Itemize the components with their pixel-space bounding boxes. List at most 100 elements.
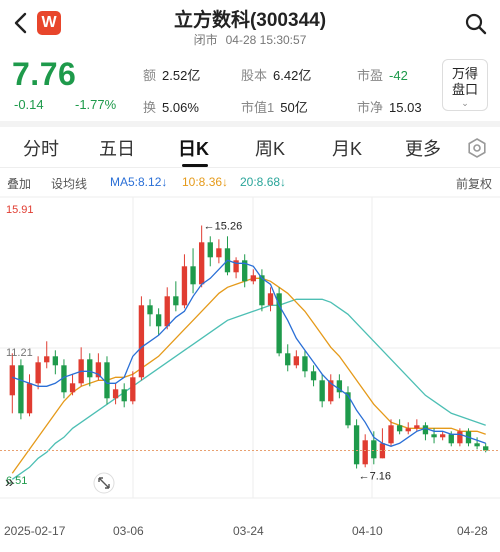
candle-body	[216, 248, 222, 258]
candle-body	[353, 425, 360, 465]
candle-body	[414, 425, 420, 429]
candle-body	[422, 425, 429, 435]
last-price: 7.76	[12, 56, 77, 92]
x-label-3: 04-10	[352, 524, 383, 538]
stat-label: 市净	[357, 100, 384, 115]
tab-intraday[interactable]: 分时	[23, 135, 59, 161]
wande-orderbook-button[interactable]: 万得 盘口 ⌄	[442, 59, 488, 111]
candle-body	[198, 242, 205, 285]
section-divider	[0, 121, 500, 127]
wande-label-2: 盘口	[451, 82, 478, 97]
stat-label: 额	[143, 68, 157, 83]
tab-weekly-k[interactable]: 周K	[255, 135, 285, 161]
settings-icon[interactable]	[466, 137, 488, 159]
ma5-series	[12, 259, 486, 447]
candle-body	[69, 383, 76, 393]
x-label-0: 2025-02-17	[4, 524, 66, 538]
stat-market-cap: 市值1 50亿	[241, 97, 308, 116]
ma10-value: 10:8.36↓	[182, 175, 229, 189]
stat-turnover-amount: 额 2.52亿	[143, 65, 200, 84]
ma20-series	[11, 298, 486, 480]
candle-body	[190, 266, 196, 285]
candle-body	[285, 353, 291, 366]
candle-body	[439, 434, 446, 438]
candle-body	[388, 425, 394, 444]
candle-body	[112, 389, 119, 399]
active-tab-indicator	[182, 164, 208, 167]
candle-body	[405, 428, 411, 432]
set-ma-button[interactable]: 设均线	[51, 175, 87, 192]
price-change: -0.14	[14, 97, 44, 112]
candle-body	[164, 296, 170, 327]
market-datetime: 04-28 15:30:57	[225, 33, 307, 47]
candle-body	[448, 434, 454, 444]
price-change-pct: -1.77%	[75, 97, 117, 112]
quote-panel: 7.76 -0.14 -1.77% 额 2.52亿 股本 6.42亿 市盈 -42 换…	[0, 56, 500, 120]
candle-body	[181, 266, 188, 306]
candle-body	[9, 365, 15, 396]
candle-body	[362, 440, 368, 465]
candle-body	[310, 371, 317, 381]
y-max-label: 15.91	[6, 204, 34, 216]
candle-body	[207, 242, 213, 258]
high-price-annotation: ←15.26	[204, 221, 243, 233]
chevron-down-icon: ⌄	[461, 98, 469, 108]
low-price-annotation: ←7.16	[359, 471, 391, 483]
candle-body	[396, 425, 403, 432]
svg-text:»: »	[5, 474, 14, 491]
candle-body	[155, 314, 162, 327]
candle-body	[130, 377, 136, 402]
x-label-1: 03-06	[113, 524, 144, 538]
stat-label: 市值1	[241, 100, 275, 115]
stat-value: -42	[389, 68, 408, 83]
tab-monthly-k[interactable]: 月K	[332, 135, 362, 161]
stock-title: 立方数科(300344)	[173, 10, 327, 31]
search-icon[interactable]	[464, 12, 488, 36]
stat-value: 50亿	[280, 100, 308, 115]
candle-body	[87, 359, 93, 378]
candle-body	[18, 365, 24, 414]
overlay-button[interactable]: 叠加	[7, 175, 31, 192]
candle-body	[52, 356, 59, 366]
kline-chart[interactable]: 15.91 11.21 6.51 ←15.26 ←7.16 » 2025-02-…	[0, 196, 500, 552]
x-label-2: 03-24	[233, 524, 264, 538]
stat-turnover-rate: 换 5.06%	[143, 97, 199, 116]
tab-daily-k[interactable]: 日K	[178, 135, 209, 161]
tab-more[interactable]: 更多	[405, 135, 441, 161]
stat-total-shares: 股本 6.42亿	[241, 65, 311, 84]
ma20-line	[11, 298, 486, 480]
x-label-4: 04-28	[457, 524, 488, 538]
candle-body	[267, 293, 274, 306]
stat-label: 市盈	[357, 68, 384, 83]
candle-body	[457, 431, 463, 444]
candle-body	[474, 443, 480, 447]
stat-value: 5.06%	[162, 100, 199, 115]
market-status-label: 闭市	[193, 33, 218, 47]
tab-five-day[interactable]: 五日	[99, 135, 135, 161]
candle-body	[319, 380, 325, 402]
adjust-mode-button[interactable]: 前复权	[456, 175, 492, 192]
stat-value: 2.52亿	[162, 68, 201, 83]
candle-body	[302, 356, 308, 372]
stat-pe: 市盈 -42	[357, 65, 408, 84]
candle-body	[26, 383, 33, 414]
period-tabs: 分时 五日 日K 周K 月K 更多	[0, 128, 500, 168]
stat-pb: 市净 15.03	[357, 97, 422, 116]
candle-body	[147, 305, 153, 315]
candle-body	[431, 434, 437, 438]
ma5-line	[12, 259, 486, 447]
stat-label: 换	[143, 100, 157, 115]
candle-body	[173, 296, 179, 306]
candle-body	[483, 446, 489, 451]
candle-body	[293, 356, 300, 366]
fullscreen-icon[interactable]	[93, 472, 115, 494]
expand-left-icon[interactable]: »	[5, 474, 14, 491]
wande-label-1: 万得	[451, 66, 478, 81]
candle-body	[371, 440, 377, 459]
ma5-value: MA5:8.12↓	[110, 175, 168, 189]
candle-body	[44, 356, 50, 363]
market-status: 闭市 04-28 15:30:57	[0, 31, 500, 48]
stat-value: 6.42亿	[273, 68, 312, 83]
candle-body	[121, 389, 127, 402]
chart-grid	[0, 196, 500, 499]
